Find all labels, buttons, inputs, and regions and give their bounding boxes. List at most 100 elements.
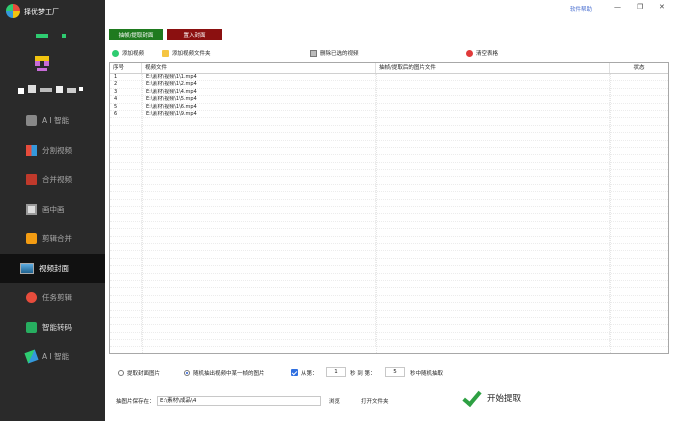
- sidebar-item-video-cover[interactable]: 视频封面: [0, 253, 105, 283]
- clear-table-label: 清空表格: [476, 51, 499, 57]
- table-row[interactable]: 6 E:\素材\视频\1\9.mp4: [110, 110, 668, 119]
- sidebar-item-picture-in-picture[interactable]: 画中画: [0, 195, 105, 225]
- sidebar-item-transcode[interactable]: 智能转码: [0, 313, 105, 343]
- table-row[interactable]: [110, 266, 668, 274]
- table-row[interactable]: [110, 280, 668, 289]
- table-row[interactable]: [110, 155, 668, 163]
- save-path-input[interactable]: E:\素材\成品\4: [157, 396, 321, 406]
- sidebar-nav: A I 智能 分割视频 合并视频 画中画 剪辑合并 视频封面 任务剪辑 智能转码…: [0, 106, 105, 372]
- table-row[interactable]: [110, 199, 668, 208]
- header-video-file[interactable]: 视频文件: [142, 63, 376, 73]
- range-checkbox[interactable]: 从第：: [291, 368, 318, 377]
- table-row[interactable]: [110, 207, 668, 215]
- sidebar-item-cut-merge[interactable]: 剪辑合并: [0, 224, 105, 254]
- range-from-input[interactable]: 1: [326, 367, 346, 377]
- table-row[interactable]: [110, 303, 668, 311]
- minimize-icon[interactable]: —: [614, 3, 621, 11]
- table-row[interactable]: [110, 236, 668, 244]
- cell-index: [110, 332, 142, 340]
- table-row[interactable]: [110, 140, 668, 148]
- restore-icon[interactable]: ❐: [637, 3, 643, 11]
- table-row[interactable]: [110, 170, 668, 178]
- cell-video-file: [142, 170, 376, 177]
- remove-selected-button[interactable]: 删除已选的视频: [310, 48, 359, 58]
- table-row[interactable]: [110, 251, 668, 259]
- header-output-file[interactable]: 抽帧/提取后的图片文件: [376, 63, 610, 73]
- cell-output-file: [376, 147, 610, 155]
- clear-table-button[interactable]: 清空表格: [466, 48, 498, 58]
- sidebar-item-split-video[interactable]: 分割视频: [0, 136, 105, 166]
- cell-video-file: [142, 207, 376, 214]
- cell-status: [610, 148, 668, 154]
- cell-video-file: [142, 332, 376, 340]
- header-index[interactable]: 序号: [110, 63, 142, 73]
- extract-cover-label: 提取封面图片: [127, 370, 161, 377]
- table-row[interactable]: [110, 221, 668, 230]
- sidebar-item-label: 智能转码: [42, 322, 72, 332]
- open-folder-button[interactable]: 打开文件夹: [361, 397, 389, 405]
- table-row[interactable]: [110, 295, 668, 304]
- cell-status: [610, 333, 668, 339]
- table-header: 序号 视频文件 抽帧/提取后的图片文件 状态: [110, 63, 668, 74]
- cell-video-file: [142, 162, 376, 170]
- table-row[interactable]: 2 E:\素材\视频\1\2.mp4: [110, 81, 668, 89]
- table-row[interactable]: [110, 325, 668, 333]
- close-icon[interactable]: ✕: [659, 3, 665, 11]
- cell-output-file: [376, 110, 610, 118]
- table-row[interactable]: [110, 317, 668, 326]
- cell-video-file: [142, 310, 376, 317]
- cell-output-file: [376, 207, 610, 214]
- sidebar-item-merge-video[interactable]: 合并视频: [0, 165, 105, 195]
- cell-status: [610, 104, 668, 110]
- table-row[interactable]: [110, 147, 668, 156]
- help-link[interactable]: 软件帮助: [570, 5, 592, 13]
- random-frame-radio[interactable]: 随机抽出视频中某一帧的图片: [184, 368, 265, 377]
- video-table[interactable]: 序号 视频文件 抽帧/提取后的图片文件 状态 1 E:\素材\视频\1\1.mp4…: [109, 62, 669, 354]
- start-extract-button[interactable]: 开始提取: [463, 390, 521, 406]
- table-row[interactable]: [110, 258, 668, 267]
- sidebar-item-task-clip[interactable]: 任务剪辑: [0, 283, 105, 313]
- table-row[interactable]: [110, 125, 668, 134]
- add-folder-button[interactable]: 添加视频文件夹: [162, 48, 211, 58]
- cell-video-file: E:\素材\视频\1\5.mp4: [142, 96, 376, 103]
- cell-status: [610, 222, 668, 228]
- header-status[interactable]: 状态: [610, 63, 668, 73]
- table-row[interactable]: [110, 340, 668, 348]
- cell-output-file: [376, 251, 610, 258]
- sidebar-item-ai-tool[interactable]: A I 智能: [0, 342, 105, 372]
- tab-extract-cover[interactable]: 抽帧/提取封面: [109, 29, 163, 40]
- table-row[interactable]: [110, 288, 668, 296]
- table-row[interactable]: [110, 310, 668, 318]
- cell-status: [610, 126, 668, 132]
- ai-tool-icon: [24, 349, 39, 364]
- cell-video-file: [142, 125, 376, 133]
- table-row[interactable]: [110, 118, 668, 126]
- tab-insert-cover[interactable]: 置入封面: [167, 29, 222, 40]
- add-video-button[interactable]: 添加视频: [112, 48, 144, 58]
- table-row[interactable]: [110, 332, 668, 341]
- cell-index: [110, 170, 142, 177]
- table-row[interactable]: 3 E:\素材\视频\1\4.mp4: [110, 88, 668, 97]
- extract-cover-radio[interactable]: 提取封面图片: [118, 368, 160, 377]
- clear-icon: [466, 49, 473, 57]
- table-row[interactable]: 4 E:\素材\视频\1\5.mp4: [110, 96, 668, 104]
- cell-index: 4: [110, 96, 142, 103]
- cell-index: [110, 251, 142, 258]
- cell-output-file: [376, 273, 610, 280]
- sidebar-item-ai[interactable]: A I 智能: [0, 106, 105, 136]
- cell-status: [610, 281, 668, 287]
- table-row[interactable]: [110, 177, 668, 185]
- table-row[interactable]: [110, 229, 668, 237]
- table-row[interactable]: 5 E:\素材\视频\1\6.mp4: [110, 103, 668, 111]
- cell-index: [110, 340, 142, 347]
- table-row[interactable]: [110, 243, 668, 252]
- table-row[interactable]: [110, 162, 668, 171]
- table-row[interactable]: [110, 273, 668, 281]
- table-row[interactable]: [110, 192, 668, 200]
- range-to-input[interactable]: 5: [385, 367, 405, 377]
- browse-button[interactable]: 浏览: [329, 397, 340, 405]
- table-row[interactable]: 1 E:\素材\视频\1\1.mp4: [110, 74, 668, 82]
- table-row[interactable]: [110, 184, 668, 193]
- table-row[interactable]: [110, 133, 668, 141]
- table-row[interactable]: [110, 214, 668, 222]
